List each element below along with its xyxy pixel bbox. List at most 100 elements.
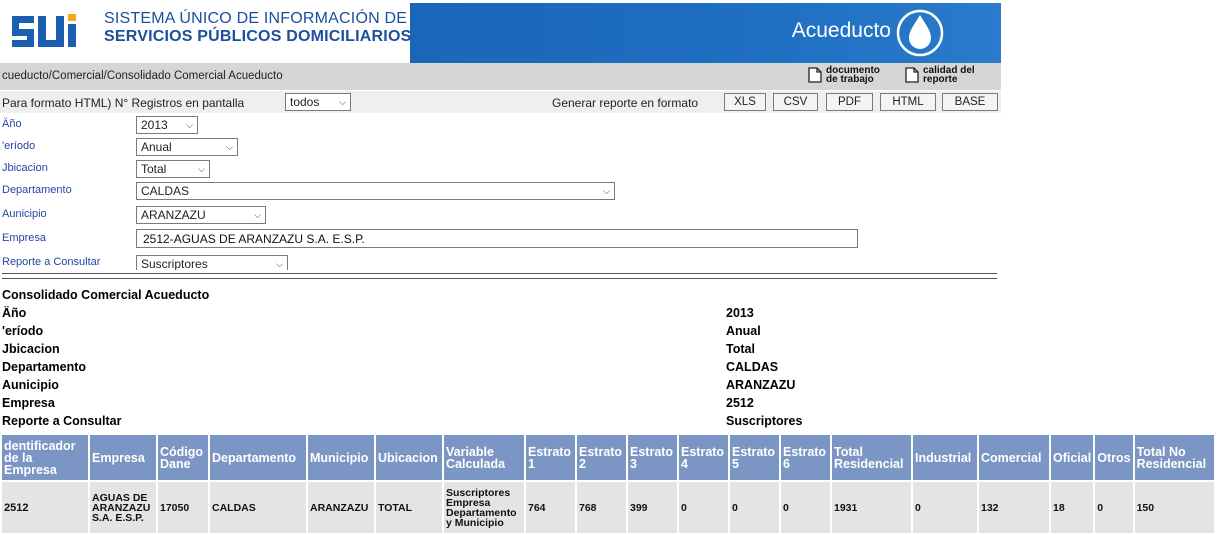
breadcrumb: cueducto/Comercial/Consolidado Comercial… — [2, 70, 283, 82]
table-cell: TOTAL — [374, 480, 444, 534]
periodo-value: Anual — [141, 140, 172, 154]
table-header-cell: Estrato 4 — [677, 433, 730, 482]
section-banner: Acueducto — [410, 3, 1001, 63]
table-header-cell: dentificador de la Empresa — [0, 433, 90, 482]
chevron-down-icon: ⌵ — [254, 209, 261, 220]
filter-ubicacion-row: Jbicacion Total ⌵ — [0, 158, 1001, 180]
ubicacion-select[interactable]: Total ⌵ — [136, 160, 210, 178]
summary-value: CALDAS — [726, 360, 779, 374]
chevron-down-icon: ⌵ — [198, 163, 205, 174]
controls-row: Para formato HTML) N° Registros en panta… — [0, 91, 1001, 113]
page: SISTEMA ÚNICO DE INFORMACIÓN DE SERVICIO… — [0, 0, 1229, 534]
table-row: 2512 AGUAS DE ARANZAZU S.A. E.S.P. 17050… — [0, 480, 1216, 534]
table-cell: 18 — [1048, 480, 1096, 534]
calidad-reporte-link[interactable]: calidad del reporte — [905, 65, 981, 85]
anio-select[interactable]: 2013 ⌵ — [136, 116, 198, 134]
pdf-button[interactable]: PDF — [826, 93, 873, 111]
filter-municipio-row: Aunicipio ARANZAZU ⌵ — [0, 204, 1001, 226]
summary-label: Äño — [2, 306, 27, 320]
municipio-select[interactable]: ARANZAZU ⌵ — [136, 206, 266, 224]
summary-row: Aunicipio ARANZAZU — [2, 378, 1002, 396]
table-header-cell: Otros — [1093, 433, 1135, 482]
summary-row: Reporte a Consultar Suscriptores — [2, 414, 1002, 432]
filter-anio-label: Äño — [2, 118, 22, 130]
chevron-down-icon: ⌵ — [603, 185, 610, 196]
logo-title-line1: SISTEMA ÚNICO DE INFORMACIÓN DE — [104, 10, 408, 27]
table-cell: AGUAS DE ARANZAZU S.A. E.S.P. — [88, 480, 158, 534]
table-header-cell: Estrato 6 — [779, 433, 832, 482]
registros-select[interactable]: todos ⌵ — [285, 93, 351, 111]
document-icon — [808, 67, 822, 83]
departamento-value: CALDAS — [141, 184, 190, 198]
filter-reporte-row: Reporte a Consultar Suscriptores ⌵ — [0, 252, 1001, 270]
filter-departamento-label: Departamento — [2, 184, 72, 196]
chevron-down-icon: ⌵ — [339, 96, 346, 107]
table-header-cell: Estrato 1 — [524, 433, 577, 482]
table-header-cell: Código Dane — [156, 433, 210, 482]
reporte-select[interactable]: Suscriptores ⌵ — [136, 255, 288, 270]
water-drop-icon — [896, 9, 944, 57]
section-title: Acueducto — [791, 19, 891, 42]
divider — [2, 273, 997, 279]
generar-reporte-label: Generar reporte en formato — [552, 96, 699, 110]
table-header-cell: Estrato 3 — [626, 433, 679, 482]
table-cell: 2512 — [0, 480, 90, 534]
table-cell: 399 — [626, 480, 679, 534]
summary-value: 2512 — [726, 396, 754, 410]
summary-value: 2013 — [726, 306, 754, 320]
summary-value: ARANZAZU — [726, 378, 796, 392]
table-cell: CALDAS — [208, 480, 308, 534]
filter-ubicacion-label: Jbicacion — [2, 162, 48, 174]
summary-label: Departamento — [2, 360, 87, 374]
results-table: dentificador de la Empresa Empresa Códig… — [0, 433, 1216, 534]
filter-periodo-row: 'eríodo Anual ⌵ — [0, 136, 1001, 158]
chevron-down-icon: ⌵ — [276, 258, 283, 269]
municipio-value: ARANZAZU — [141, 208, 206, 222]
table-cell: 0 — [779, 480, 832, 534]
periodo-select[interactable]: Anual ⌵ — [136, 138, 238, 156]
summary-row: 'eríodo Anual — [2, 324, 1002, 342]
departamento-select[interactable]: CALDAS ⌵ — [136, 182, 615, 200]
table-header-cell: Municipio — [306, 433, 376, 482]
documento-trabajo-link[interactable]: documento de trabajo — [808, 66, 884, 85]
summary-value: Suscriptores — [726, 414, 803, 428]
filter-municipio-label: Aunicipio — [2, 208, 47, 220]
document-icon — [905, 67, 919, 83]
logo-area: SISTEMA ÚNICO DE INFORMACIÓN DE SERVICIO… — [0, 0, 412, 63]
table-header-cell: Empresa — [88, 433, 158, 482]
table-header-cell: Estrato 2 — [575, 433, 628, 482]
table-cell: 1931 — [830, 480, 913, 534]
table-header-cell: Total Residencial — [830, 433, 913, 482]
table-header-cell: Industrial — [911, 433, 979, 482]
table-header-cell: Ubicacion — [374, 433, 444, 482]
table-cell: 0 — [911, 480, 979, 534]
base-button[interactable]: BASE — [942, 93, 998, 111]
summary-row: Empresa 2512 — [2, 396, 1002, 414]
summary-label: Reporte a Consultar — [2, 414, 122, 428]
table-header-row: dentificador de la Empresa Empresa Códig… — [0, 433, 1216, 482]
table-cell: 17050 — [156, 480, 210, 534]
reporte-value: Suscriptores — [141, 257, 208, 270]
table-header-cell: Comercial — [977, 433, 1051, 482]
summary-row: Jbicacion Total — [2, 342, 1002, 360]
filter-empresa-label: Empresa — [2, 232, 47, 244]
breadcrumb-bar: cueducto/Comercial/Consolidado Comercial… — [0, 63, 1001, 90]
filter-anio-row: Äño 2013 ⌵ — [0, 114, 1001, 136]
logo-title-line2: SERVICIOS PÚBLICOS DOMICILIARIOS — [104, 28, 412, 45]
table-header-cell: Departamento — [208, 433, 308, 482]
table-cell: 0 — [677, 480, 730, 534]
calidad-reporte-label: calidad del reporte — [923, 65, 975, 85]
table-body: 2512 AGUAS DE ARANZAZU S.A. E.S.P. 17050… — [0, 480, 1216, 534]
summary-label: Aunicipio — [2, 378, 59, 392]
registros-value: todos — [290, 95, 320, 109]
csv-button[interactable]: CSV — [773, 93, 818, 111]
summary-row: Äño 2013 — [2, 306, 1002, 324]
registros-label: Para formato HTML) N° Registros en panta… — [2, 96, 245, 110]
html-button[interactable]: HTML — [880, 93, 936, 111]
empresa-field[interactable]: 2512-AGUAS DE ARANZAZU S.A. E.S.P. — [136, 229, 858, 248]
summary-title: Consolidado Comercial Acueducto — [2, 288, 210, 302]
header-banner: SISTEMA ÚNICO DE INFORMACIÓN DE SERVICIO… — [0, 0, 1001, 63]
sui-logo-icon — [12, 14, 76, 47]
table-cell: 0 — [1093, 480, 1135, 534]
xls-button[interactable]: XLS — [724, 93, 766, 111]
